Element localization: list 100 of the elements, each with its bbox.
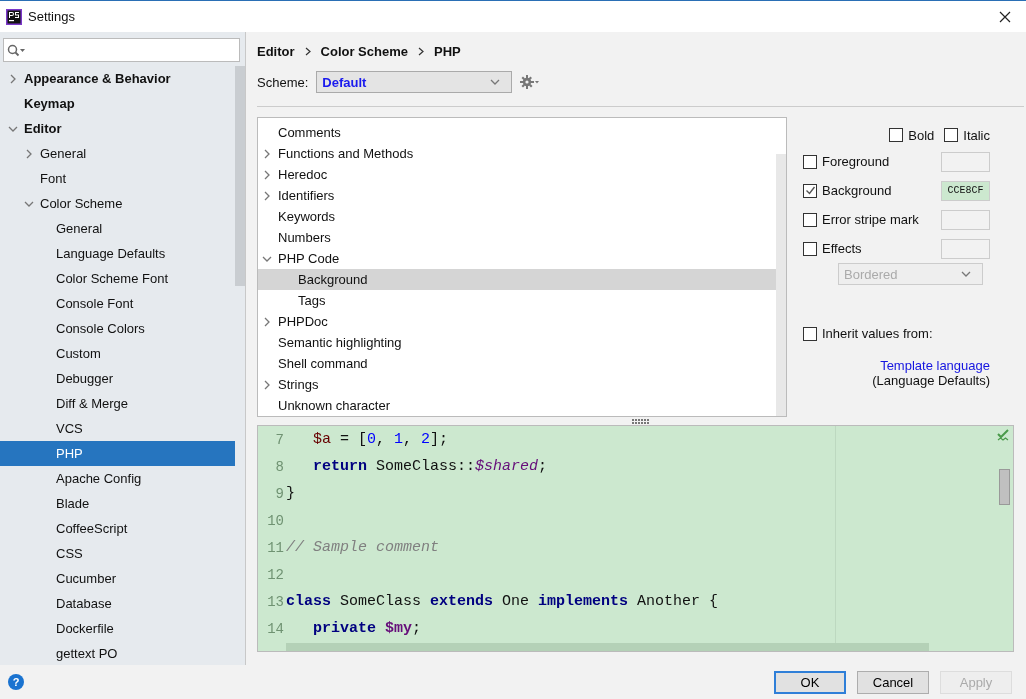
checkbox-label: Italic [963, 127, 990, 143]
sidebar-item[interactable]: Dockerfile [0, 616, 235, 641]
sidebar-item[interactable]: Apache Config [0, 466, 235, 491]
scheme-label: Scheme: [257, 74, 309, 90]
checkbox[interactable] [803, 183, 817, 198]
attribute-item[interactable]: Strings [258, 374, 776, 395]
line-number: 12 [266, 566, 285, 583]
sidebar-item[interactable]: Font [0, 166, 235, 191]
breadcrumb-item: PHP [434, 43, 461, 59]
line-number: 7 [274, 431, 285, 448]
sidebar-item[interactable]: gettext PO [0, 641, 235, 665]
inherit-note: (Language Defaults) [872, 373, 990, 388]
scheme-dropdown[interactable]: Default [316, 71, 513, 93]
attribute-item[interactable]: PHP Code [258, 248, 776, 269]
checkbox-label: Error stripe mark [822, 212, 919, 227]
chevron-right-icon[interactable] [262, 169, 272, 180]
breadcrumb-separator-icon [418, 46, 424, 56]
checkbox[interactable] [889, 128, 904, 142]
help-button[interactable]: ? [8, 674, 24, 690]
color-swatch[interactable] [941, 151, 990, 172]
code-line: } [286, 485, 295, 502]
code-line: class SomeClass extends One implements Another { [286, 593, 719, 610]
chevron-right-icon[interactable] [262, 379, 272, 390]
code-line: $a = [0, 1, 2]; [312, 431, 449, 448]
checkbox[interactable] [803, 241, 817, 256]
chevron-right-icon[interactable] [262, 148, 272, 159]
sidebar-item[interactable]: Editor [0, 116, 235, 141]
sidebar-item[interactable]: Color Scheme [0, 191, 235, 216]
sidebar-item[interactable]: Console Colors [0, 316, 235, 341]
window-title: Settings [28, 9, 76, 24]
line-number: 10 [266, 512, 285, 529]
sidebar-item[interactable]: VCS [0, 416, 235, 441]
sidebar-item[interactable]: Cucumber [0, 566, 235, 591]
attribute-item[interactable]: Keywords [258, 206, 776, 227]
sidebar-item[interactable]: Debugger [0, 366, 235, 391]
gear-icon[interactable] [520, 75, 541, 89]
splitter-handle-icon[interactable] [632, 418, 649, 424]
sidebar-item[interactable]: CSS [0, 541, 235, 566]
checkbox[interactable] [803, 326, 817, 341]
breadcrumb-item: Editor [257, 43, 295, 59]
attribute-item[interactable]: Functions and Methods [258, 143, 776, 164]
checkbox[interactable] [803, 154, 817, 169]
search-field[interactable] [3, 38, 240, 62]
sidebar-item[interactable]: General [0, 216, 235, 241]
sidebar-item[interactable]: Color Scheme Font [0, 266, 235, 291]
attribute-item[interactable]: Numbers [258, 227, 776, 248]
checkbox-label: Foreground [822, 154, 890, 169]
scrollbar[interactable] [999, 469, 1010, 505]
checkbox-label: Effects [822, 241, 862, 256]
sidebar-item[interactable]: Keymap [0, 91, 235, 116]
color-swatch[interactable] [941, 209, 990, 230]
search-icon [7, 43, 25, 57]
dialog-button[interactable]: OK [774, 670, 846, 694]
sidebar-item[interactable]: Console Font [0, 291, 235, 316]
attribute-item[interactable]: PHPDoc [258, 311, 776, 332]
chevron-right-icon[interactable] [8, 73, 18, 84]
chevron-right-icon[interactable] [24, 148, 34, 159]
attribute-item[interactable]: Comments [258, 122, 776, 143]
checkbox[interactable] [944, 128, 959, 142]
sidebar-item[interactable]: PHP [0, 441, 235, 466]
chevron-down-icon[interactable] [490, 77, 501, 87]
sidebar-item[interactable]: Diff & Merge [0, 391, 235, 416]
template-link[interactable]: Template language [880, 358, 990, 373]
sidebar-item[interactable]: General [0, 141, 235, 166]
scrollbar[interactable] [235, 66, 245, 286]
checkbox-label: Background [822, 183, 892, 198]
checkbox[interactable] [803, 212, 817, 227]
sidebar-item[interactable]: Language Defaults [0, 241, 235, 266]
sidebar-item[interactable]: Custom [0, 341, 235, 366]
line-number: 11 [266, 539, 285, 556]
line-number: 8 [274, 458, 285, 475]
checkbox-label: Inherit values from: [822, 326, 933, 341]
color-swatch[interactable] [941, 238, 990, 259]
sidebar-item[interactable]: CoffeeScript [0, 516, 235, 541]
attribute-item[interactable]: Identifiers [258, 185, 776, 206]
checkmark-icon [996, 429, 1010, 443]
attribute-item[interactable]: Tags [258, 290, 776, 311]
chevron-right-icon[interactable] [262, 190, 272, 201]
code-line: return SomeClass::$shared; [312, 458, 548, 475]
close-icon[interactable] [998, 9, 1012, 24]
chevron-right-icon[interactable] [262, 316, 272, 327]
breadcrumb-separator-icon [304, 46, 311, 56]
code-line: private $my; [312, 620, 422, 637]
checkbox-label: Bold [908, 127, 935, 143]
attribute-item[interactable]: Shell command [258, 353, 776, 374]
breadcrumb-item: Color Scheme [320, 43, 408, 59]
attribute-item[interactable]: Unknown character [258, 395, 776, 416]
attribute-item[interactable]: Semantic highlighting [258, 332, 776, 353]
attribute-item[interactable]: Heredoc [258, 164, 776, 185]
sidebar-item[interactable]: Blade [0, 491, 235, 516]
sidebar-item[interactable]: Appearance & Behavior [0, 66, 235, 91]
code-line: // Sample comment [286, 539, 440, 556]
scrollbar[interactable] [776, 154, 786, 416]
color-swatch[interactable]: CCE8CF [941, 180, 990, 201]
line-number: 9 [274, 485, 285, 502]
app-logo-icon [6, 8, 22, 25]
dialog-button[interactable]: Cancel [857, 670, 929, 694]
line-number: 13 [266, 593, 285, 610]
attribute-item[interactable]: Background [258, 269, 776, 290]
sidebar-item[interactable]: Database [0, 591, 235, 616]
